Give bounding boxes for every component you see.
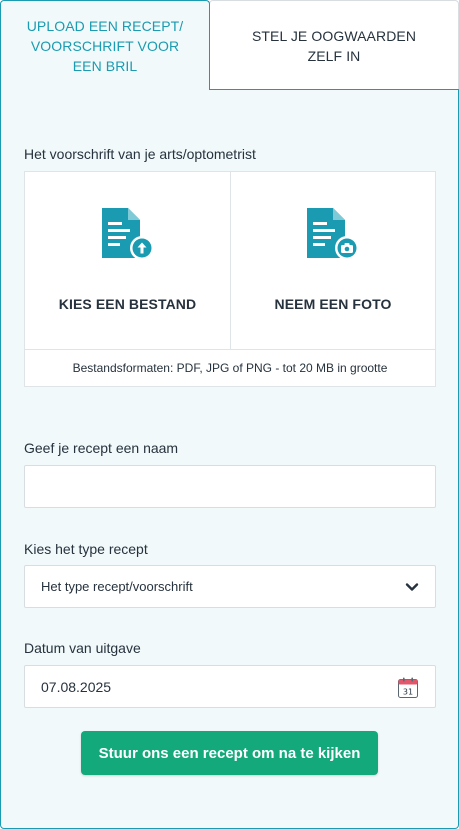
- take-photo-button[interactable]: NEEM EEN FOTO: [231, 172, 435, 349]
- take-photo-label: NEEM EEN FOTO: [274, 296, 392, 312]
- tab-upload-label: UPLOAD EEN RECEPT/ VOORSCHRIFT VOOR EEN …: [26, 17, 184, 74]
- issue-date-value: 07.08.2025: [41, 678, 112, 695]
- panel-divider: [209, 89, 459, 90]
- name-field-label: Geef je recept een naam: [24, 440, 179, 456]
- file-upload-icon: [101, 208, 154, 260]
- choose-file-label: KIES EEN BESTAND: [58, 296, 197, 312]
- recipe-type-select[interactable]: Het type recept/voorschrift: [24, 565, 436, 608]
- recipe-name-field: [24, 465, 436, 508]
- recipe-type-selected: Het type recept/voorschrift: [41, 579, 193, 594]
- tab-manual-label: STEL JE OOGWAARDEN ZELF IN: [251, 27, 417, 64]
- calendar-day: 31: [403, 688, 413, 697]
- recipe-name-input[interactable]: [25, 466, 435, 507]
- type-field-label: Kies het type recept: [24, 541, 148, 557]
- chevron-down-icon: [405, 583, 419, 591]
- prescription-tabs: UPLOAD EEN RECEPT/ VOORSCHRIFT VOOR EEN …: [0, 0, 459, 90]
- upload-section-label: Het voorschrift van je arts/optometrist: [24, 146, 256, 162]
- camera-file-icon: [307, 208, 359, 260]
- date-field-label: Datum van uitgave: [24, 640, 141, 656]
- submit-prescription-button[interactable]: Stuur ons een recept om na te kijken: [81, 731, 378, 775]
- tab-enter-values[interactable]: STEL JE OOGWAARDEN ZELF IN: [209, 0, 459, 90]
- tab-upload-prescription[interactable]: UPLOAD EEN RECEPT/ VOORSCHRIFT VOOR EEN …: [0, 0, 210, 90]
- file-formats-note: Bestandsformaten: PDF, JPG of PNG - tot …: [25, 349, 435, 386]
- issue-date-field[interactable]: 07.08.2025 31: [24, 665, 436, 708]
- calendar-icon[interactable]: 31: [396, 676, 420, 700]
- choose-file-button[interactable]: KIES EEN BESTAND: [25, 172, 231, 349]
- upload-box: KIES EEN BESTAND NEEM EEN FOTO Bestandsf…: [24, 171, 436, 387]
